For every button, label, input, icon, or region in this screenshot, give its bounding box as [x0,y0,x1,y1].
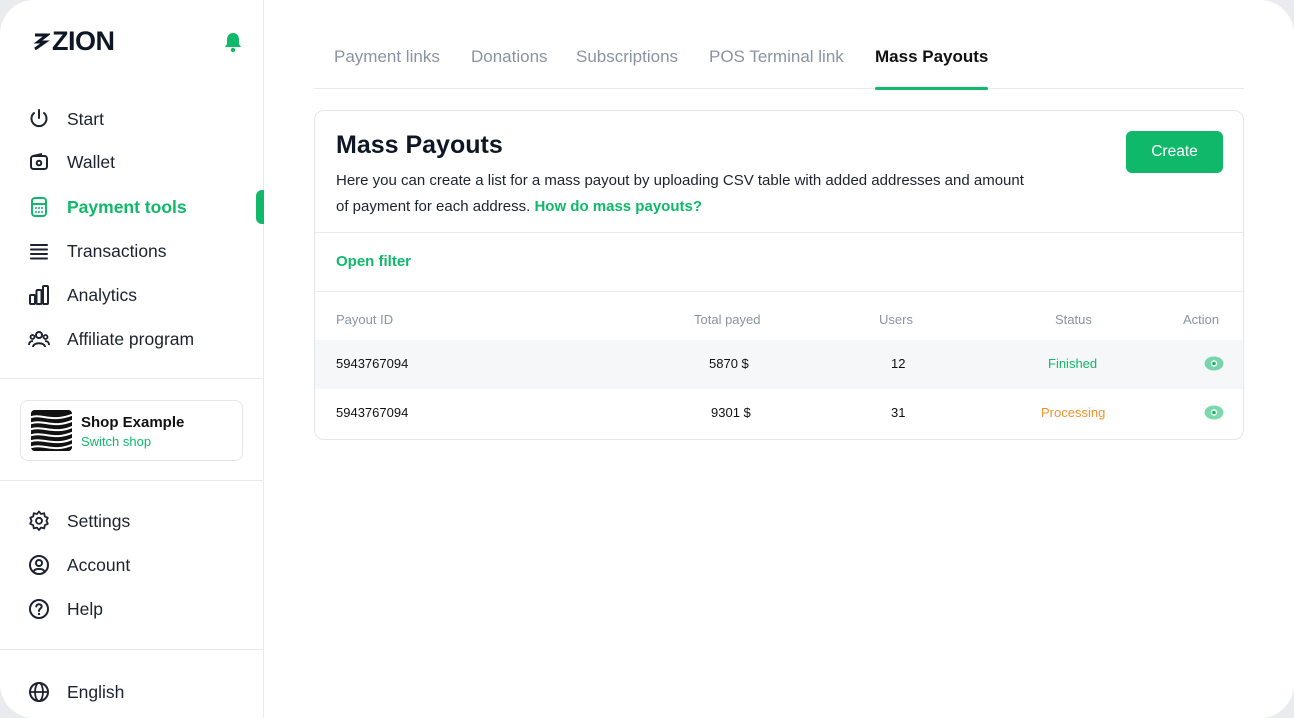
total-payed-cell: 9301 $ [711,405,751,420]
sidebar-item-help[interactable]: Help [28,594,264,624]
sidebar-item-payment-tools[interactable]: Payment tools [28,192,264,222]
app-window: ZION Start Wallet Payment tools Transact… [0,0,1294,718]
sidebar-divider [0,649,264,650]
bell-icon[interactable] [223,31,243,53]
power-icon [30,109,48,128]
view-eye-icon[interactable] [1204,404,1224,421]
sidebar-divider [0,480,264,481]
mass-payouts-card: Mass Payouts Here you can create a list … [314,110,1244,440]
help-link[interactable]: How do mass payouts? [534,198,702,215]
sidebar-item-label: Help [67,598,103,619]
language-selector[interactable]: English [28,677,264,707]
sidebar-item-account[interactable]: Account [28,550,264,580]
page-description: Here you can create a list for a mass pa… [336,168,1036,220]
sidebar-item-label: Settings [67,510,131,531]
tab-active-underline [875,87,988,90]
sidebar-item-label: Start [67,108,104,129]
logo[interactable]: ZION [32,26,115,57]
tab-donations[interactable]: Donations [471,47,548,67]
sidebar-item-affiliate[interactable]: Affiliate program [28,324,264,354]
users-cell: 31 [891,405,906,420]
sidebar-item-label: Analytics [67,284,138,305]
sidebar-item-label: Wallet [67,151,115,172]
brand-name: ZION [52,26,115,56]
card-divider [315,291,1243,292]
column-header-total-payed: Total payed [694,312,761,327]
tab-pos-terminal-link[interactable]: POS Terminal link [709,47,844,67]
view-eye-icon[interactable] [1204,355,1224,372]
payout-id-cell: 5943767094 [336,356,409,371]
table-row: 5943767094 9301 $ 31 Processing [315,389,1243,438]
column-header-users: Users [879,312,913,327]
sidebar-item-label: Affiliate program [67,328,195,349]
sidebar-item-wallet[interactable]: Wallet [28,147,264,177]
status-cell-processing: Processing [1041,405,1106,420]
calculator-icon [31,197,47,217]
column-header-status: Status [1055,312,1092,327]
sidebar-item-label: Account [67,554,131,575]
bar-chart-icon [29,285,49,305]
user-circle-icon [29,555,49,575]
open-filter-link[interactable]: Open filter [336,253,411,270]
shop-avatar [31,410,72,451]
total-payed-cell: 5870 $ [709,356,749,371]
globe-icon [29,682,49,702]
switch-shop-link[interactable]: Switch shop [81,434,151,449]
shop-switcher[interactable]: Shop Example Switch shop [20,400,243,461]
sidebar-item-transactions[interactable]: Transactions [28,236,264,266]
tab-subscriptions[interactable]: Subscriptions [576,47,678,67]
wallet-icon [30,153,48,170]
logo-icon [33,33,50,50]
active-indicator [256,190,264,224]
sidebar-item-label: Payment tools [67,196,187,217]
users-cell: 12 [891,356,906,371]
sidebar-item-label: Transactions [67,240,167,261]
tab-mass-payouts[interactable]: Mass Payouts [875,47,988,67]
sidebar-item-analytics[interactable]: Analytics [28,280,264,310]
shop-name: Shop Example [81,414,185,431]
sidebar: ZION Start Wallet Payment tools Transact… [0,0,264,718]
tab-bar: Payment links Donations Subscriptions PO… [314,40,1244,90]
help-icon [29,599,49,619]
table-row: 5943767094 5870 $ 12 Finished [315,340,1243,389]
tab-payment-links[interactable]: Payment links [334,47,440,67]
sidebar-divider [0,378,264,379]
page-title: Mass Payouts [336,131,503,159]
payout-id-cell: 5943767094 [336,405,409,420]
users-icon [28,331,50,348]
status-cell-finished: Finished [1048,356,1098,371]
create-button[interactable]: Create [1126,131,1223,173]
list-icon [30,244,48,260]
sidebar-item-settings[interactable]: Settings [28,506,264,536]
gear-icon [29,510,49,531]
sidebar-item-start[interactable]: Start [28,104,264,134]
language-label: English [67,681,125,702]
column-header-payout-id: Payout ID [336,312,394,327]
card-divider [315,232,1243,233]
column-header-action: Action [1183,312,1220,327]
